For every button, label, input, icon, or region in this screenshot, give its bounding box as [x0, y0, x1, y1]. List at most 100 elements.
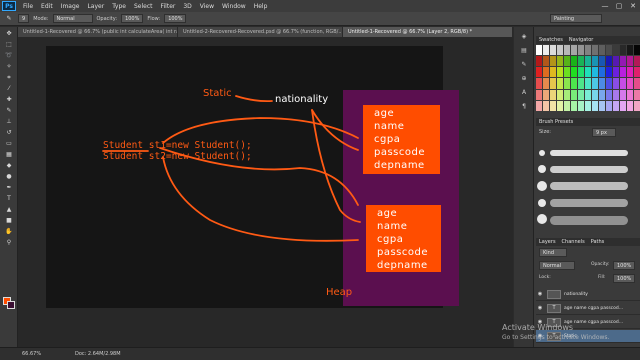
color-swatch[interactable]	[550, 45, 556, 56]
color-swatch[interactable]	[543, 100, 549, 111]
color-swatch[interactable]	[634, 89, 640, 100]
color-swatch[interactable]	[571, 67, 577, 78]
color-swatch[interactable]	[613, 67, 619, 78]
color-swatch[interactable]	[571, 100, 577, 111]
tab-layers[interactable]: Layers	[539, 238, 556, 246]
eye-icon[interactable]: ◉	[536, 302, 544, 315]
color-swatch[interactable]	[571, 45, 577, 56]
color-swatch[interactable]	[599, 45, 605, 56]
color-swatch[interactable]	[557, 89, 563, 100]
tab-navigator[interactable]: Navigator	[569, 36, 593, 44]
color-swatch[interactable]	[606, 67, 612, 78]
color-swatch[interactable]	[536, 89, 542, 100]
color-swatch[interactable]	[592, 67, 598, 78]
color-swatch[interactable]	[557, 78, 563, 89]
color-swatch[interactable]	[627, 67, 633, 78]
color-swatch[interactable]	[550, 78, 556, 89]
color-swatch[interactable]	[550, 89, 556, 100]
color-swatch[interactable]	[606, 100, 612, 111]
color-swatch[interactable]	[557, 67, 563, 78]
zoom-level[interactable]: 66.67%	[22, 348, 41, 360]
layer-row[interactable]: ◉ T age name cgpa passcod...	[536, 302, 640, 315]
color-swatch[interactable]	[620, 56, 626, 67]
color-swatch[interactable]	[543, 89, 549, 100]
color-swatch[interactable]	[592, 56, 598, 67]
eye-icon[interactable]: ◉	[536, 288, 544, 301]
color-swatch[interactable]	[585, 89, 591, 100]
color-swatch[interactable]	[613, 78, 619, 89]
paragraph-panel-icon[interactable]: ¶	[519, 103, 529, 111]
color-swatch[interactable]	[585, 56, 591, 67]
color-swatch[interactable]	[606, 56, 612, 67]
color-swatch[interactable]	[578, 67, 584, 78]
color-swatch[interactable]	[557, 56, 563, 67]
layer-kind-filter[interactable]: Kind	[539, 248, 567, 257]
color-swatch[interactable]	[571, 89, 577, 100]
color-swatch[interactable]	[564, 45, 570, 56]
color-swatch[interactable]	[536, 100, 542, 111]
color-swatch[interactable]	[543, 45, 549, 56]
properties-panel-icon[interactable]: ▤	[519, 47, 529, 55]
color-swatch[interactable]	[620, 67, 626, 78]
color-swatch[interactable]	[627, 56, 633, 67]
color-swatch[interactable]	[536, 67, 542, 78]
tab-channels[interactable]: Channels	[562, 238, 585, 246]
color-swatch[interactable]	[585, 67, 591, 78]
color-swatch[interactable]	[564, 100, 570, 111]
color-swatch[interactable]	[571, 78, 577, 89]
color-swatch[interactable]	[564, 89, 570, 100]
color-swatch[interactable]	[627, 89, 633, 100]
tab-paths[interactable]: Paths	[591, 238, 605, 246]
color-swatch[interactable]	[613, 45, 619, 56]
brush-preview-strokes[interactable]	[536, 139, 640, 239]
tab-swatches[interactable]: Swatches	[539, 36, 563, 44]
color-swatch[interactable]	[550, 100, 556, 111]
color-swatch[interactable]	[620, 78, 626, 89]
color-swatch[interactable]	[585, 78, 591, 89]
color-swatch[interactable]	[543, 67, 549, 78]
color-swatch[interactable]	[592, 89, 598, 100]
color-swatch[interactable]	[634, 100, 640, 111]
color-swatch[interactable]	[634, 78, 640, 89]
color-swatch[interactable]	[599, 89, 605, 100]
color-swatch[interactable]	[634, 45, 640, 56]
color-swatch[interactable]	[634, 56, 640, 67]
color-swatch[interactable]	[599, 56, 605, 67]
character-panel-icon[interactable]: A	[519, 89, 529, 97]
color-swatch[interactable]	[606, 45, 612, 56]
color-swatch[interactable]	[564, 67, 570, 78]
color-swatch[interactable]	[599, 78, 605, 89]
color-swatch[interactable]	[606, 89, 612, 100]
blend-mode-select[interactable]: Normal	[539, 261, 575, 270]
color-swatch[interactable]	[550, 56, 556, 67]
color-swatch[interactable]	[578, 100, 584, 111]
brush-panel-icon[interactable]: ✎	[519, 61, 529, 69]
color-swatch[interactable]	[592, 78, 598, 89]
color-swatch[interactable]	[571, 56, 577, 67]
color-swatch[interactable]	[557, 100, 563, 111]
color-swatch[interactable]	[627, 45, 633, 56]
color-swatch[interactable]	[564, 78, 570, 89]
color-swatch[interactable]	[634, 67, 640, 78]
history-panel-icon[interactable]: ◈	[519, 33, 529, 41]
color-swatch[interactable]	[536, 78, 542, 89]
color-swatch[interactable]	[557, 45, 563, 56]
color-swatch[interactable]	[627, 78, 633, 89]
color-swatch[interactable]	[585, 100, 591, 111]
color-swatch[interactable]	[627, 100, 633, 111]
color-swatch[interactable]	[592, 100, 598, 111]
layer-opacity-field[interactable]: 100%	[613, 261, 635, 270]
color-swatch[interactable]	[613, 89, 619, 100]
brush-size-field[interactable]: 9 px	[592, 128, 616, 137]
color-swatch[interactable]	[599, 67, 605, 78]
color-swatch[interactable]	[592, 45, 598, 56]
color-swatch[interactable]	[620, 89, 626, 100]
color-swatch[interactable]	[585, 45, 591, 56]
clone-source-icon[interactable]: ⊕	[519, 75, 529, 83]
color-swatch[interactable]	[613, 100, 619, 111]
color-swatch[interactable]	[620, 45, 626, 56]
color-swatch[interactable]	[543, 78, 549, 89]
color-swatch[interactable]	[599, 100, 605, 111]
color-swatch[interactable]	[613, 56, 619, 67]
color-swatch[interactable]	[564, 56, 570, 67]
